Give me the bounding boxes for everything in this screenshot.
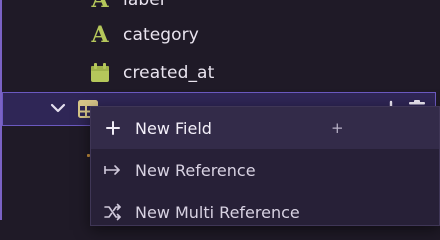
menu-item-new-field[interactable]: New Field + (91, 107, 439, 149)
menu-item-new-reference[interactable]: New Reference (91, 149, 439, 191)
calendar-icon (88, 61, 112, 85)
tree-item-category-text: category (123, 25, 199, 45)
plus-icon (104, 119, 122, 137)
text-type-icon: A (91, 22, 109, 48)
shuffle-icon (104, 203, 122, 221)
tree-item-label-text: label (123, 0, 165, 10)
menu-item-label: New Reference (135, 160, 256, 180)
menu-item-label: New Multi Reference (135, 202, 300, 222)
menu-item-new-multi-reference[interactable]: New Multi Reference (91, 191, 439, 233)
menu-shortcut: + (331, 119, 344, 137)
chevron-down-icon[interactable] (48, 98, 68, 118)
tree-item-created-at-text: created_at (123, 63, 215, 83)
arrow-right-icon (104, 161, 122, 179)
text-type-icon: A (91, 0, 109, 13)
context-menu: New Field + New Reference New Multi Refe… (90, 106, 440, 226)
menu-item-label: New Field (135, 118, 212, 138)
